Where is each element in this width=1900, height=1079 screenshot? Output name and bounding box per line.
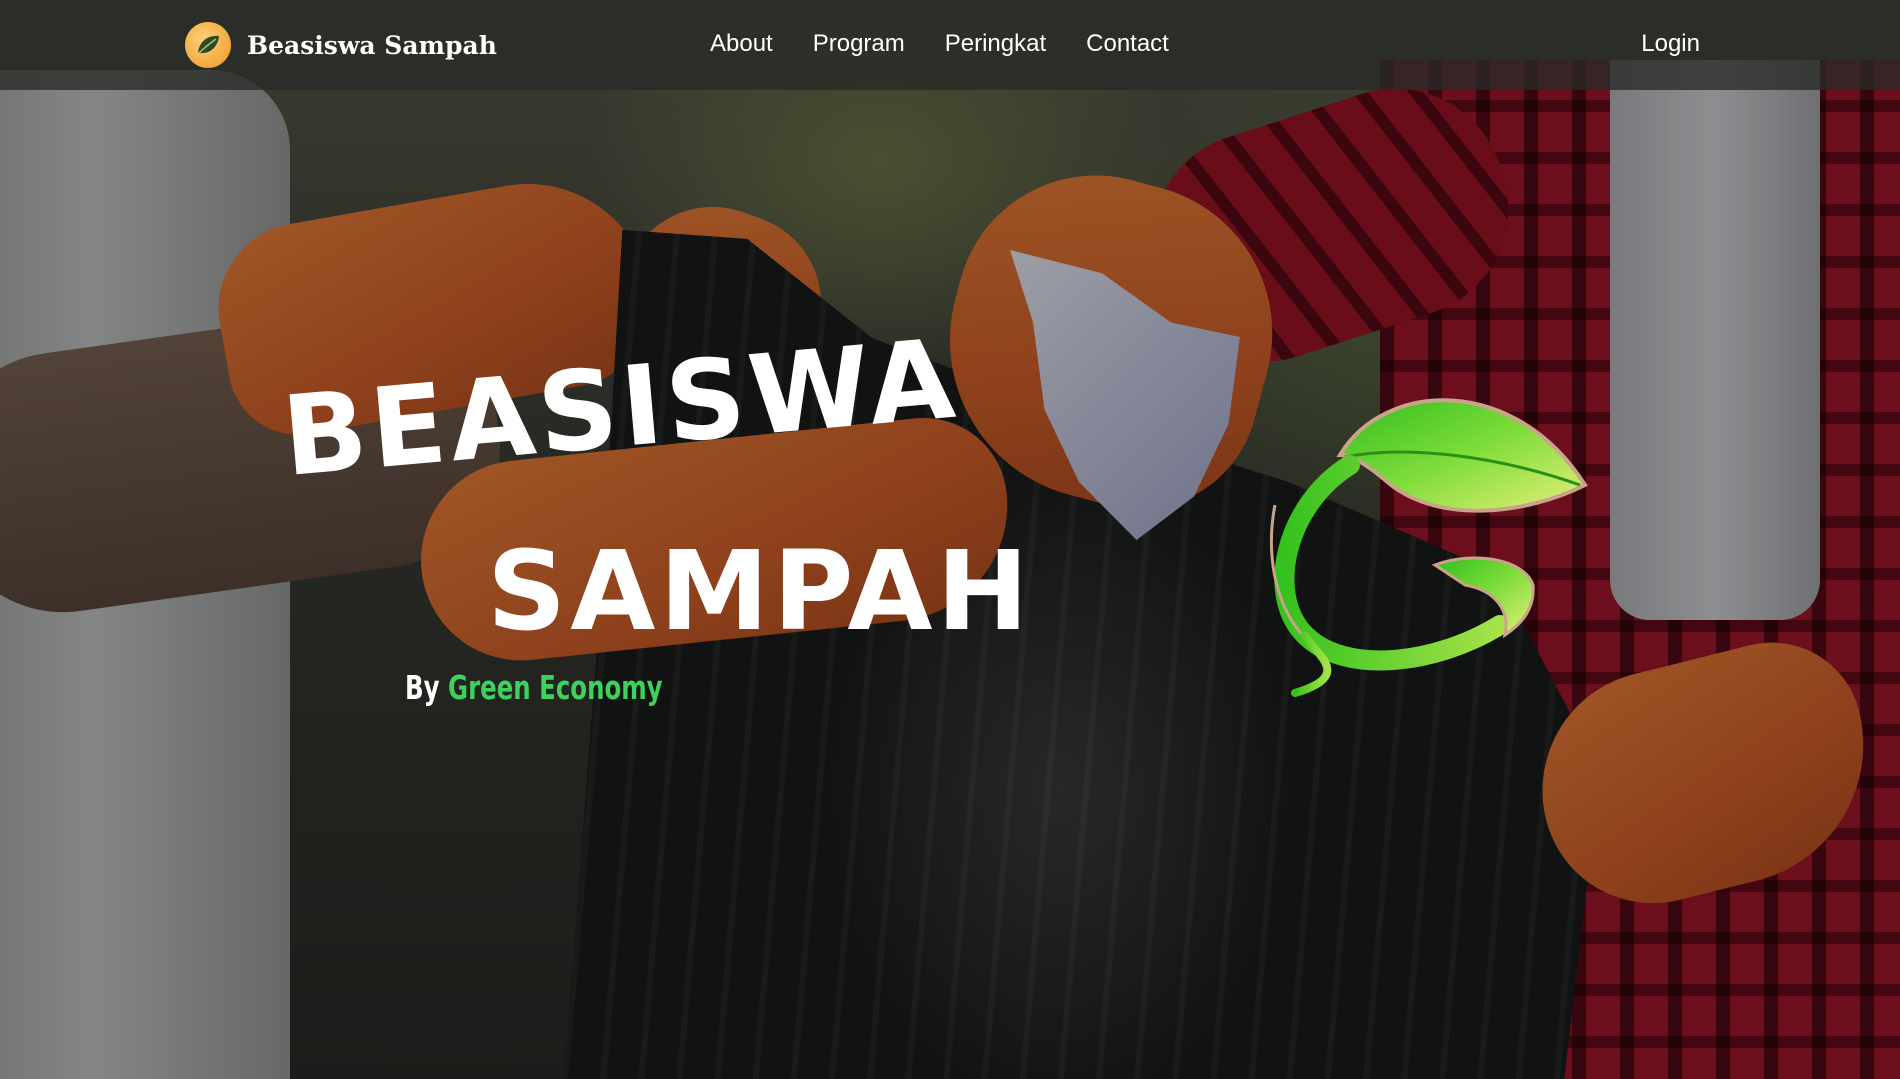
brand-name: Beasiswa Sampah: [247, 30, 497, 60]
recycle-leaf-logo-icon: [1269, 398, 1588, 697]
leaf-logo-icon: [185, 22, 231, 68]
hero-title-line2: SAMPAH: [487, 527, 1033, 655]
nav-links: About Program Peringkat Contact: [710, 26, 1169, 62]
nav-link-contact[interactable]: Contact: [1086, 26, 1169, 62]
nav-link-about[interactable]: About: [710, 26, 773, 62]
brand-home-link[interactable]: Beasiswa Sampah: [185, 22, 497, 68]
byline-organization: Green Economy: [448, 668, 663, 707]
hero-byline: By Green Economy: [405, 668, 663, 707]
nav-link-peringkat[interactable]: Peringkat: [945, 26, 1046, 62]
byline-prefix: By: [405, 668, 440, 707]
nav-link-program[interactable]: Program: [813, 26, 905, 62]
login-link[interactable]: Login: [1641, 26, 1700, 62]
top-navbar: Beasiswa Sampah About Program Peringkat …: [0, 0, 1900, 90]
